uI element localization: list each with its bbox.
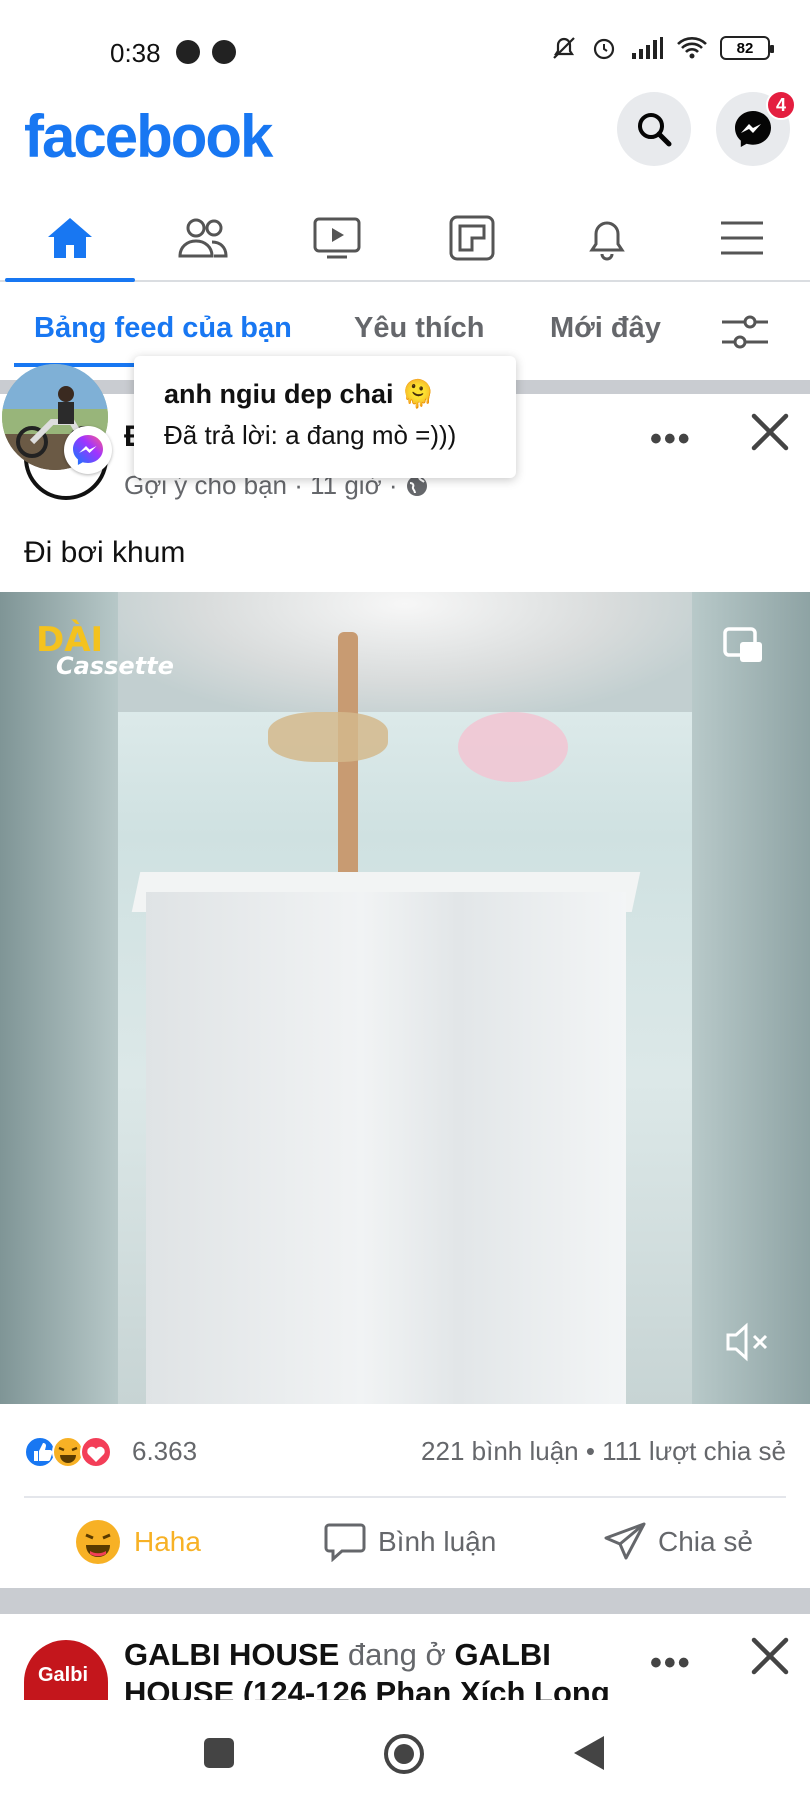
next-post-connector: đang ở (339, 1637, 455, 1672)
messenger-icon (735, 111, 771, 147)
main-tab-bar (0, 196, 810, 282)
comment-icon (324, 1523, 366, 1562)
share-icon (604, 1522, 646, 1560)
video-frame (118, 592, 692, 1404)
tab-friends[interactable] (138, 196, 268, 280)
status-time: 0:38 (110, 38, 161, 68)
tab-watch[interactable] (272, 196, 402, 280)
close-post-icon[interactable] (748, 410, 792, 454)
tab-notifications[interactable] (542, 196, 672, 280)
alarm-icon (593, 38, 615, 60)
wifi-icon (677, 37, 707, 59)
tab-home[interactable] (5, 196, 135, 282)
video-watermark-cassette: Cassette (56, 652, 174, 680)
reaction-icons (24, 1436, 112, 1468)
filter-favorites[interactable]: Yêu thích (354, 312, 485, 345)
post-more-options-button[interactable]: ••• (650, 420, 692, 459)
home-icon (48, 218, 92, 258)
comment-button[interactable]: Bình luận (324, 1500, 496, 1584)
post-video[interactable]: DÀI Cassette (0, 592, 810, 1404)
chat-message-preview: Đã trả lời: a đang mò =))) (164, 420, 457, 450)
video-blur-right (692, 592, 810, 1404)
friends-icon (178, 218, 228, 258)
comments-shares-count[interactable]: 221 bình luận • 111 lượt chia sẻ (421, 1436, 786, 1467)
status-icons: 82 (550, 34, 774, 62)
galbi-avatar[interactable]: Galbi (24, 1640, 108, 1700)
app-header: facebook 4 (0, 90, 810, 180)
video-icon (313, 217, 361, 259)
next-post-page-name[interactable]: GALBI HOUSE (124, 1637, 339, 1672)
back-nav-icon[interactable] (572, 1734, 606, 1772)
haha-icon (76, 1520, 120, 1564)
haha-reaction-button[interactable]: Haha (74, 1500, 201, 1584)
tab-feeds[interactable] (407, 196, 537, 280)
status-bar: 0:38 82 (0, 0, 810, 90)
haha-label: Haha (134, 1526, 201, 1557)
next-post-more-button[interactable]: ••• (650, 1644, 692, 1683)
video-reflection (268, 712, 388, 762)
feeds-icon (449, 215, 495, 261)
galbi-avatar-text: Galbi (38, 1664, 89, 1686)
filter-settings-icon[interactable] (720, 312, 770, 352)
chat-head-messenger-badge (64, 426, 112, 474)
system-nav-bar (0, 1700, 810, 1800)
messenger-icon (73, 435, 103, 465)
reaction-summary[interactable]: 6.363 221 bình luận • 111 lượt chia sẻ (24, 1428, 786, 1478)
close-next-post-icon[interactable] (748, 1634, 792, 1678)
chat-head[interactable] (0, 364, 112, 474)
messenger-notification-icon (176, 40, 200, 64)
video-flower (458, 712, 568, 782)
tab-menu[interactable] (677, 196, 807, 280)
signal-icon (632, 37, 663, 59)
search-button[interactable] (617, 92, 691, 166)
battery-indicator: 82 (720, 36, 774, 60)
next-post-title[interactable]: GALBI HOUSE đang ở GALBI HOUSE (124-126 … (124, 1636, 644, 1700)
video-box (146, 892, 626, 1404)
chat-sender-name: anh ngiu dep chai 🫠 (164, 379, 435, 409)
post-text: Đi bơi khum (24, 536, 186, 569)
picture-in-picture-icon[interactable] (722, 626, 764, 666)
bell-muted-icon (553, 37, 575, 59)
volume-muted-icon[interactable] (724, 1320, 770, 1364)
home-nav-icon[interactable] (382, 1732, 426, 1776)
video-blur-left (0, 592, 118, 1404)
filter-recent[interactable]: Mới đây (550, 312, 661, 345)
reaction-count: 6.363 (132, 1436, 198, 1466)
search-icon (638, 113, 672, 147)
messenger-notification-icon (212, 40, 236, 64)
share-label: Chia sẻ (658, 1526, 753, 1557)
recent-apps-icon[interactable] (202, 1736, 236, 1770)
share-button[interactable]: Chia sẻ (604, 1500, 753, 1584)
water-surface (118, 592, 692, 712)
filter-your-feed[interactable]: Bảng feed của bạn (14, 312, 312, 367)
post-separator (0, 1588, 810, 1614)
facebook-logo[interactable]: facebook (24, 102, 273, 171)
chat-head-message-bubble[interactable]: anh ngiu dep chai 🫠 Đã trả lời: a đang m… (134, 356, 516, 478)
messenger-unread-badge: 4 (766, 90, 796, 120)
post-divider (24, 1496, 786, 1498)
messenger-button[interactable]: 4 (716, 90, 796, 166)
bell-icon (589, 221, 625, 261)
menu-icon (721, 221, 763, 255)
post-actions: Haha Bình luận Chia sẻ (0, 1500, 810, 1584)
comment-label: Bình luận (378, 1526, 497, 1557)
